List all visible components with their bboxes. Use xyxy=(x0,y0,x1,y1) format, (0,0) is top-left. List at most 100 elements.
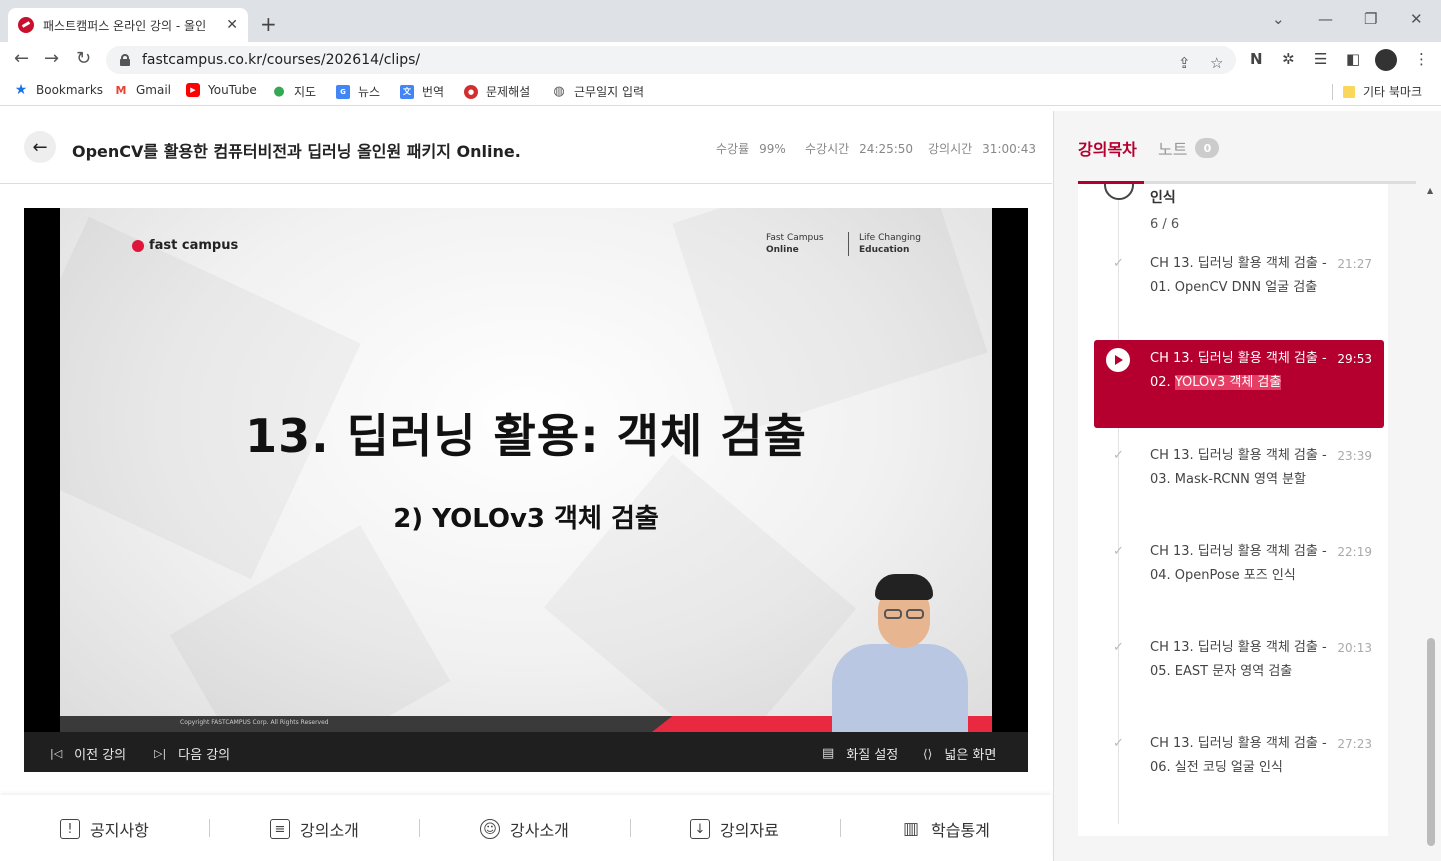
presenter-shirt xyxy=(832,644,968,732)
skip-previous-icon: |◁ xyxy=(50,747,63,760)
stat-label: 수강률 xyxy=(716,142,750,156)
check-icon: ✓ xyxy=(1113,256,1124,271)
divider xyxy=(209,819,210,837)
skip-next-icon: ▷| xyxy=(154,747,167,760)
tab-curriculum[interactable]: 강의목차 xyxy=(1078,136,1137,160)
presenter-hair xyxy=(875,574,933,600)
divider xyxy=(630,819,631,837)
download-icon: ↓ xyxy=(690,819,710,839)
profile-avatar[interactable] xyxy=(1375,49,1397,71)
lecture-title: CH 13. 딥러닝 활용 객체 검출 - 01. OpenCV DNN 얼굴 … xyxy=(1150,256,1327,295)
extensions-puzzle-icon[interactable]: ✲ xyxy=(1282,50,1295,68)
bookmark-item[interactable]: ▶ YouTube xyxy=(186,83,257,97)
arrow-left-icon: ← xyxy=(32,136,48,158)
minimize-icon[interactable]: — xyxy=(1318,10,1333,28)
bottom-tab-bar: ! 공지사항 ≡ 강의소개 ☺ 강사소개 ↓ 강의자료 ▥ 학습통계 xyxy=(0,795,1052,861)
tab-notice[interactable]: ! 공지사항 xyxy=(60,817,149,841)
lecture-duration: 23:39 xyxy=(1337,449,1372,463)
slide-tag-top: Life Changing xyxy=(859,233,921,243)
media-queue-icon[interactable]: ☰ xyxy=(1314,50,1327,68)
section-toggle-icon[interactable] xyxy=(1104,184,1134,200)
slide-subheading: 2) YOLOv3 객체 검출 xyxy=(393,504,659,534)
quality-label: 화질 설정 xyxy=(846,748,899,763)
lecture-item-active[interactable]: CH 13. 딥러닝 활용 객체 검출 - 02. YOLOv3 객체 검출 2… xyxy=(1094,340,1384,428)
person-icon: ☺ xyxy=(480,819,500,839)
tab-course-intro[interactable]: ≡ 강의소개 xyxy=(270,817,359,841)
clipboard-icon: ≡ xyxy=(270,819,290,839)
bookmark-label: 뉴스 xyxy=(358,85,381,99)
stat-label: 강의시간 xyxy=(928,142,973,156)
lock-icon xyxy=(120,54,130,66)
tab-label: 학습통계 xyxy=(931,821,990,840)
side-panel-icon[interactable]: ◧ xyxy=(1346,50,1360,68)
bookmark-label: 근무일지 입력 xyxy=(574,85,645,99)
bookmark-item[interactable]: ● 지도 xyxy=(272,83,316,100)
glasses-icon xyxy=(884,609,902,619)
forward-nav-icon[interactable]: → xyxy=(44,48,59,69)
prev-lecture-button[interactable]: |◁ 이전 강의 xyxy=(50,744,126,763)
scroll-up-icon[interactable]: ▲ xyxy=(1427,186,1433,195)
bookmark-item[interactable]: M Gmail xyxy=(114,83,172,97)
tab-search-icon[interactable]: ⌄ xyxy=(1272,10,1285,28)
menu-kebab-icon[interactable]: ⋮ xyxy=(1414,50,1429,68)
new-tab-button[interactable]: + xyxy=(260,12,277,36)
lecture-list: 인식 6 / 6 ✓ CH 13. 딥러닝 활용 객체 검출 - 01. Ope… xyxy=(1078,184,1388,836)
tab-stats[interactable]: ▥ 학습통계 xyxy=(901,817,990,841)
tab-notes[interactable]: 노트 0 xyxy=(1158,136,1220,160)
browser-toolbar: ← → ↻ fastcampus.co.kr/courses/202614/cl… xyxy=(0,42,1441,78)
tab-label: 강의소개 xyxy=(300,821,359,840)
other-bookmarks-label: 기타 북마크 xyxy=(1363,85,1423,99)
window-close-icon[interactable]: ✕ xyxy=(1410,10,1423,28)
tab-instructor[interactable]: ☺ 강사소개 xyxy=(480,817,569,841)
bookmark-star-icon[interactable]: ☆ xyxy=(1210,54,1223,72)
bookmark-label: 문제해설 xyxy=(486,85,531,99)
copyright-text: Copyright FASTCAMPUS Corp. All Rights Re… xyxy=(180,719,329,726)
back-button[interactable]: ← xyxy=(24,131,56,163)
bookmark-item[interactable]: ★ Bookmarks xyxy=(14,82,103,98)
lecture-title-highlight: YOLOv3 객체 검출 xyxy=(1174,375,1282,390)
notice-icon: ! xyxy=(60,819,80,839)
quality-button[interactable]: ▤ 화질 설정 xyxy=(822,744,898,763)
bookmark-item[interactable]: G 뉴스 xyxy=(336,83,380,100)
glasses-icon xyxy=(906,609,924,619)
translate-icon: 文 xyxy=(400,84,414,99)
next-lecture-label: 다음 강의 xyxy=(178,748,231,763)
stat-value: 24:25:50 xyxy=(859,142,914,156)
other-bookmarks[interactable]: 기타 북마크 xyxy=(1332,83,1422,100)
bookmark-item[interactable]: 文 번역 xyxy=(400,83,444,100)
maps-icon: ● xyxy=(273,84,285,99)
tab-title: 패스트캠퍼스 온라인 강의 - 올인 xyxy=(43,18,207,33)
tab-close-icon[interactable]: ✕ xyxy=(226,17,238,33)
bookmark-label: YouTube xyxy=(208,83,257,97)
stat-label: 수강시간 xyxy=(805,142,850,156)
bookmark-label: 지도 xyxy=(294,85,317,99)
lecture-duration: 20:13 xyxy=(1337,641,1372,655)
globe-icon: ◍ xyxy=(553,84,565,99)
address-bar[interactable]: fastcampus.co.kr/courses/202614/clips/ ⇪… xyxy=(106,46,1236,74)
share-icon[interactable]: ⇪ xyxy=(1178,54,1191,72)
slide-tag-bottom: Online xyxy=(766,245,799,255)
panel-scrollbar[interactable]: ▲ xyxy=(1424,186,1438,858)
wide-screen-button[interactable]: ⟨⟩ 넓은 화면 xyxy=(923,744,997,764)
bookmarks-bar: ★ Bookmarks M Gmail ▶ YouTube ● 지도 G 뉴스 … xyxy=(0,78,1441,106)
tab-materials[interactable]: ↓ 강의자료 xyxy=(690,817,779,841)
reload-icon[interactable]: ↻ xyxy=(76,48,91,69)
bookmark-item[interactable]: ● 문제해설 xyxy=(464,83,530,100)
scrollbar-thumb[interactable] xyxy=(1427,638,1435,846)
divider xyxy=(1332,83,1333,100)
check-icon: ✓ xyxy=(1113,448,1124,463)
restore-icon[interactable]: ❐ xyxy=(1364,10,1377,28)
stat-lecture-time: 강의시간 31:00:43 xyxy=(928,140,1036,157)
quality-icon: ▤ xyxy=(822,746,835,761)
tab-label: 공지사항 xyxy=(90,821,149,840)
presenter-image xyxy=(818,574,968,732)
tab-notes-label: 노트 xyxy=(1158,140,1188,159)
next-lecture-button[interactable]: ▷| 다음 강의 xyxy=(154,744,230,763)
browser-tab[interactable]: 패스트캠퍼스 온라인 강의 - 올인 ✕ xyxy=(8,8,248,42)
extension-n-icon[interactable]: N xyxy=(1250,50,1263,68)
video-frame[interactable]: fast campus Fast Campus Online Life Chan… xyxy=(60,208,992,732)
bookmark-item[interactable]: ◍ 근무일지 입력 xyxy=(552,83,644,100)
wide-screen-label: 넓은 화면 xyxy=(944,748,997,763)
back-nav-icon[interactable]: ← xyxy=(14,48,29,69)
video-player[interactable]: fast campus Fast Campus Online Life Chan… xyxy=(24,208,1028,772)
